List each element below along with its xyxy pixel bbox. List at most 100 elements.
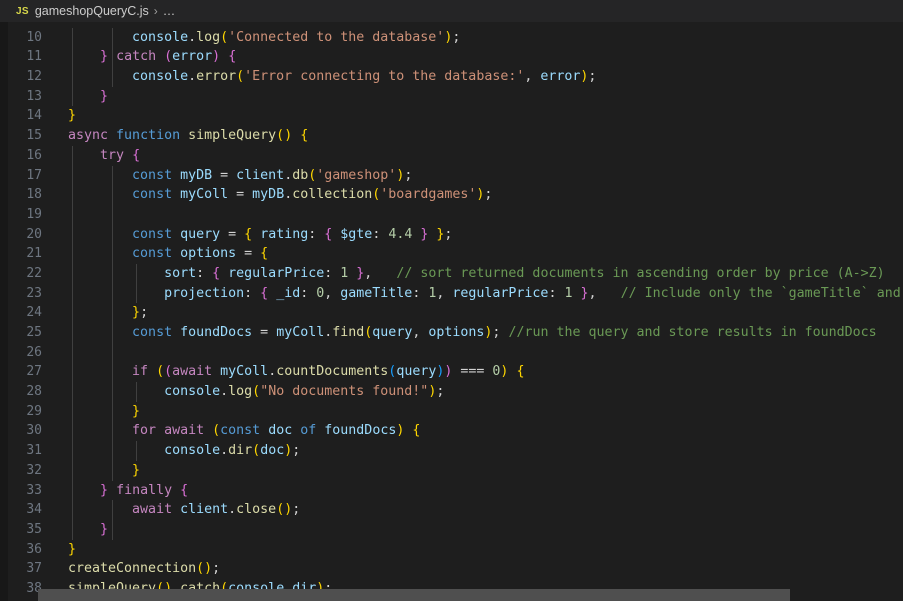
code-token: 'boardgames' bbox=[380, 187, 477, 203]
code-line[interactable]: 35 } bbox=[8, 519, 903, 540]
code-line[interactable]: 16 try { bbox=[8, 145, 903, 166]
code-token: options bbox=[428, 325, 485, 340]
code-token: { bbox=[260, 285, 269, 301]
code-token: const bbox=[132, 226, 173, 242]
code-token: , bbox=[524, 69, 541, 85]
javascript-file-icon: JS bbox=[16, 5, 29, 17]
code-line[interactable]: 15 async function simpleQuery() { bbox=[8, 126, 903, 146]
code-token: find bbox=[332, 325, 365, 340]
code-token: doc bbox=[268, 423, 293, 439]
code-line[interactable]: 30 for await (const doc of foundDocs) { bbox=[8, 421, 903, 442]
code-line[interactable]: 25 const foundDocs = myColl.find(query, … bbox=[8, 323, 903, 343]
code-line[interactable]: 17 const myDB = client.db('gameshop'); bbox=[8, 165, 903, 186]
code-line[interactable]: 20 const query = { rating: { $gte: 4.4 }… bbox=[8, 224, 903, 245]
line-number: 21 bbox=[26, 246, 42, 262]
line-number: 18 bbox=[26, 187, 42, 203]
horizontal-scrollbar-track[interactable] bbox=[8, 589, 903, 601]
code-token: function bbox=[116, 128, 181, 144]
code-token: } bbox=[100, 49, 109, 65]
code-line[interactable]: 12 console.error('Error connecting to th… bbox=[8, 67, 903, 87]
code-text: createConnection(); bbox=[68, 559, 220, 579]
code-token: myDB bbox=[180, 167, 213, 183]
code-line[interactable]: 28 console.log("No documents found!"); bbox=[8, 382, 903, 402]
code-line[interactable]: 29 } bbox=[8, 401, 903, 422]
line-number: 17 bbox=[26, 167, 42, 183]
code-token: console bbox=[132, 29, 189, 45]
code-line[interactable]: 10 console.log('Connected to the databas… bbox=[8, 27, 903, 48]
line-number: 26 bbox=[26, 344, 42, 360]
code-line[interactable]: 33 } finally { bbox=[8, 480, 903, 501]
code-line[interactable]: 11 } catch (error) { bbox=[8, 47, 903, 68]
line-number: 29 bbox=[26, 403, 42, 419]
code-token: const bbox=[220, 423, 261, 439]
code-token: ( bbox=[220, 29, 229, 45]
line-number: 28 bbox=[26, 384, 42, 400]
code-text: const myColl = myDB.collection('boardgam… bbox=[68, 185, 492, 205]
code-token: const bbox=[132, 246, 173, 262]
code-text: } catch (error) { bbox=[68, 47, 236, 67]
line-number: 16 bbox=[26, 147, 42, 163]
line-number: 13 bbox=[26, 88, 42, 104]
code-token: // sort returned documents in ascending … bbox=[396, 265, 885, 281]
code-token: close bbox=[236, 502, 277, 518]
code-token: ; bbox=[140, 305, 149, 321]
code-line[interactable]: 36} bbox=[8, 540, 903, 560]
code-text: } finally { bbox=[68, 481, 188, 501]
code-token: ( bbox=[252, 384, 261, 400]
code-line[interactable]: 37 createConnection(); bbox=[8, 559, 903, 579]
code-line[interactable]: 19 bbox=[8, 204, 903, 225]
line-number: 23 bbox=[26, 285, 42, 301]
code-line[interactable]: 22 sort: { regularPrice: 1 }, // sort re… bbox=[8, 263, 903, 284]
code-token: ; bbox=[444, 226, 453, 242]
code-line[interactable]: 14} bbox=[8, 106, 903, 126]
code-token: const bbox=[132, 187, 173, 203]
code-token: catch bbox=[116, 49, 157, 65]
code-line[interactable]: 32 } bbox=[8, 460, 903, 481]
code-token: } bbox=[68, 108, 77, 124]
breadcrumb-file-name[interactable]: gameshopQueryC.js bbox=[35, 4, 149, 18]
code-token: console bbox=[164, 443, 221, 459]
code-token: db bbox=[292, 167, 309, 183]
code-line[interactable]: 13 } bbox=[8, 86, 903, 107]
chevron-right-icon: › bbox=[153, 4, 158, 18]
code-line[interactable]: 27 if ((await myColl.countDocuments(quer… bbox=[8, 362, 903, 383]
code-token: { bbox=[412, 423, 421, 439]
code-text: for await (const doc of foundDocs) { bbox=[68, 421, 420, 441]
breadcrumb-overflow[interactable]: … bbox=[163, 4, 177, 18]
code-text: try { bbox=[68, 146, 140, 166]
code-editor[interactable]: 9 10 console.log('Connected to the datab… bbox=[8, 22, 903, 601]
code-line[interactable]: 31 console.dir(doc); bbox=[8, 441, 903, 461]
line-number: 20 bbox=[26, 226, 42, 242]
code-token: simpleQuery bbox=[188, 128, 277, 144]
code-line[interactable]: 18 const myColl = myDB.collection('board… bbox=[8, 185, 903, 205]
code-text: } bbox=[68, 520, 108, 540]
code-text: console.log('Connected to the database')… bbox=[68, 28, 460, 48]
code-token: } bbox=[68, 541, 77, 557]
horizontal-scrollbar-thumb[interactable] bbox=[38, 589, 790, 601]
code-token: const bbox=[132, 325, 173, 340]
code-token: ; bbox=[292, 443, 301, 459]
code-token: , bbox=[588, 285, 597, 301]
code-line[interactable]: 26 bbox=[8, 342, 903, 363]
code-text: const options = { bbox=[68, 244, 268, 264]
code-line[interactable]: 23 projection: { _id: 0, gameTitle: 1, r… bbox=[8, 283, 903, 304]
code-line[interactable]: 24 }; bbox=[8, 303, 903, 323]
code-token: collection bbox=[292, 187, 373, 203]
code-token: createConnection bbox=[68, 561, 197, 577]
code-line[interactable]: 34 await client.close(); bbox=[8, 500, 903, 520]
code-line[interactable]: 21 const options = { bbox=[8, 244, 903, 264]
